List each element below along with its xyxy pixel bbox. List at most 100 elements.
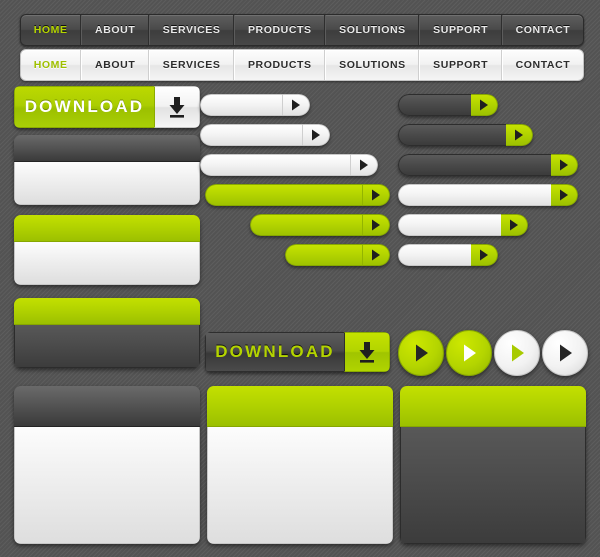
bar-track[interactable] [200, 154, 350, 176]
nav-item-contact[interactable]: CONTACT [501, 50, 583, 80]
nav-item-services[interactable]: SERVICES [149, 15, 235, 45]
nav-item-label: PRODUCTS [247, 59, 312, 71]
nav-item-products[interactable]: PRODUCTS [234, 50, 326, 80]
arrow-bar[interactable] [398, 184, 578, 206]
bar-arrow-cap[interactable] [551, 154, 578, 176]
bar-arrow-cap[interactable] [362, 244, 390, 266]
large-panel-dark-header-white-body [14, 386, 200, 544]
play-button-green-white[interactable] [446, 330, 492, 376]
nav-item-label: SUPPORT [433, 59, 489, 71]
arrow-bar[interactable] [398, 154, 578, 176]
bar-arrow-cap[interactable] [501, 214, 528, 236]
bar-arrow-cap[interactable] [471, 244, 498, 266]
download-button-dark[interactable]: DOWNLOAD [205, 332, 390, 372]
bar-arrow-cap[interactable] [350, 154, 378, 176]
nav-item-label: SERVICES [162, 59, 221, 71]
bar-track[interactable] [398, 244, 471, 266]
bar-track[interactable] [250, 214, 362, 236]
panel-body [14, 427, 200, 544]
bar-arrow-cap[interactable] [282, 94, 310, 116]
panel-green-header-dark-body [14, 298, 200, 368]
arrow-bar[interactable] [285, 244, 390, 266]
nav-item-label: SOLUTIONS [339, 24, 406, 36]
bar-row [398, 90, 588, 120]
bar-track[interactable] [398, 124, 506, 146]
bar-track[interactable] [398, 154, 551, 176]
play-icon [560, 344, 572, 362]
bar-arrow-cap[interactable] [362, 184, 390, 206]
panel-green-header-white-body [14, 215, 200, 285]
panel-body [207, 427, 393, 544]
bar-group-center [200, 90, 390, 310]
panel-header [207, 386, 393, 427]
panel-body [14, 162, 200, 205]
panel-body [14, 325, 200, 368]
play-arrow-icon [560, 159, 568, 171]
play-button-green-dark[interactable] [398, 330, 444, 376]
bar-arrow-cap[interactable] [302, 124, 330, 146]
play-icon [464, 344, 476, 362]
panel-header [400, 386, 586, 427]
nav-item-about[interactable]: ABOUT [81, 15, 150, 45]
bar-track[interactable] [398, 184, 551, 206]
bar-track[interactable] [398, 214, 501, 236]
nav-item-label: CONTACT [515, 24, 571, 36]
arrow-bar[interactable] [200, 124, 330, 146]
nav-item-services[interactable]: SERVICES [149, 50, 235, 80]
bar-track[interactable] [200, 124, 302, 146]
arrow-bar[interactable] [398, 214, 528, 236]
nav-item-solutions[interactable]: SOLUTIONS [325, 50, 420, 80]
navbar-dark[interactable]: HOME ABOUT SERVICES PRODUCTS SOLUTIONS SUPPOR… [20, 14, 584, 46]
navbar-light[interactable]: HOME ABOUT SERVICES PRODUCTS SOLUTIONS SUPPOR… [20, 49, 584, 81]
panel-dark-header-white-body [14, 135, 200, 205]
bar-row [200, 240, 390, 270]
play-arrow-icon [515, 129, 523, 141]
arrow-bar[interactable] [200, 154, 378, 176]
nav-item-solutions[interactable]: SOLUTIONS [325, 15, 420, 45]
bar-row [200, 180, 390, 210]
bar-arrow-cap[interactable] [362, 214, 390, 236]
download-icon [154, 86, 200, 128]
bar-arrow-cap[interactable] [506, 124, 533, 146]
nav-item-contact[interactable]: CONTACT [501, 15, 583, 45]
arrow-bar[interactable] [200, 94, 310, 116]
bar-track[interactable] [398, 94, 471, 116]
play-arrow-icon [372, 249, 380, 261]
nav-item-label: ABOUT [95, 59, 136, 71]
play-button-white-green[interactable] [494, 330, 540, 376]
bar-arrow-cap[interactable] [551, 184, 578, 206]
nav-item-support[interactable]: SUPPORT [419, 15, 502, 45]
bar-row [398, 150, 588, 180]
nav-item-support[interactable]: SUPPORT [419, 50, 502, 80]
bar-row [398, 240, 588, 270]
nav-item-label: PRODUCTS [247, 24, 312, 36]
ui-kit-canvas: HOME ABOUT SERVICES PRODUCTS SOLUTIONS SUPPOR… [0, 0, 600, 557]
panel-header [14, 298, 200, 325]
bar-track[interactable] [205, 184, 362, 206]
play-button-group [398, 330, 588, 376]
arrow-bar[interactable] [205, 184, 390, 206]
nav-item-label: ABOUT [95, 24, 136, 36]
bar-arrow-cap[interactable] [471, 94, 498, 116]
nav-item-label: HOME [33, 59, 68, 71]
nav-item-products[interactable]: PRODUCTS [234, 15, 326, 45]
download-button-label: DOWNLOAD [205, 332, 344, 372]
nav-item-label: HOME [33, 24, 68, 36]
arrow-bar[interactable] [398, 244, 498, 266]
download-button-label: DOWNLOAD [14, 86, 154, 128]
play-arrow-icon [292, 99, 300, 111]
nav-item-home[interactable]: HOME [21, 15, 82, 45]
download-button-green[interactable]: DOWNLOAD [14, 86, 200, 128]
bar-track[interactable] [285, 244, 362, 266]
arrow-bar[interactable] [398, 94, 498, 116]
arrow-bar[interactable] [250, 214, 390, 236]
nav-item-about[interactable]: ABOUT [81, 50, 150, 80]
nav-item-home[interactable]: HOME [21, 50, 82, 80]
arrow-bar[interactable] [398, 124, 533, 146]
play-arrow-icon [372, 219, 380, 231]
play-arrow-icon [312, 129, 320, 141]
play-button-white-dark[interactable] [542, 330, 588, 376]
bar-track[interactable] [200, 94, 282, 116]
play-arrow-icon [360, 159, 368, 171]
panel-header [14, 135, 200, 162]
